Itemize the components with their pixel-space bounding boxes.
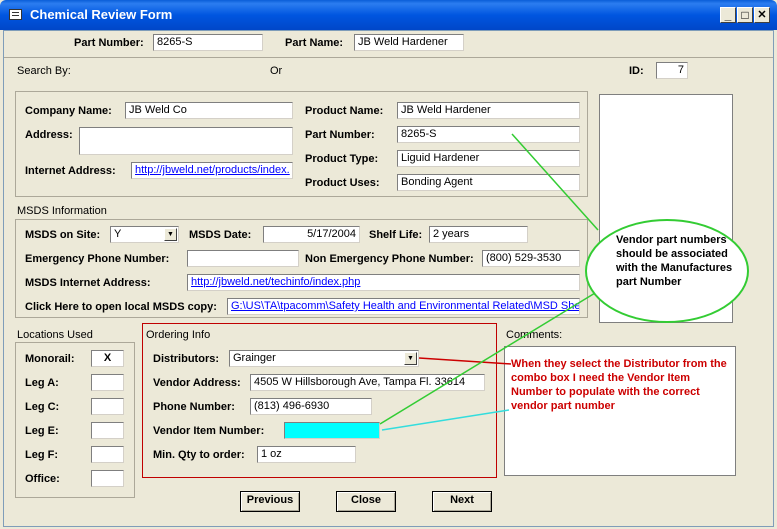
green-connector-line-bottom (379, 289, 601, 425)
green-connector-line-top (511, 133, 599, 231)
red-connector-line (418, 357, 512, 365)
close-form-button[interactable]: Close (336, 491, 396, 512)
vendor-part-annotation-note: Vendor part numbers should be associated… (616, 234, 733, 288)
previous-button[interactable]: Previous (240, 491, 300, 512)
cyan-connector-line (381, 409, 510, 431)
next-button[interactable]: Next (432, 491, 492, 512)
